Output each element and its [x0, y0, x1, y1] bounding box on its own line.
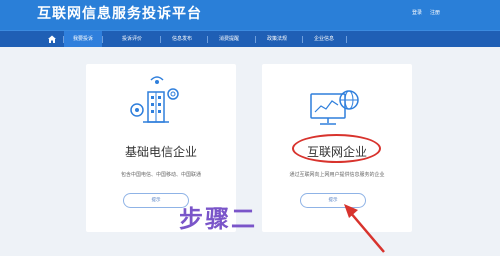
step-label: 步骤二 — [179, 205, 257, 233]
card-description: 通过互联网向上网用户提供信息服务的企业 — [289, 172, 385, 178]
login-link[interactable]: 登录 — [412, 9, 422, 17]
nav-item-evaluation[interactable]: 投诉评价 — [110, 31, 154, 47]
card-title: 基础电信企业 — [124, 145, 197, 159]
nav-item-reminder[interactable]: 消费提醒 — [207, 31, 251, 47]
nav-item-policy[interactable]: 政策法规 — [255, 31, 299, 47]
highlight-ellipse — [292, 134, 381, 163]
nav-item-info[interactable]: 信息发布 — [160, 31, 204, 47]
home-icon[interactable] — [47, 34, 57, 44]
red-arrow-icon — [344, 204, 385, 253]
top-header: 互联网信息服务投诉平台 登录 注册 — [0, 0, 500, 30]
nav-item-enterprise[interactable]: 企业信息 — [302, 31, 346, 47]
site-title: 互联网信息服务投诉平台 — [37, 6, 202, 22]
main-nav: 我要投诉 投诉评价 信息发布 消费提醒 政策法规 企业信息 — [0, 30, 500, 47]
nav-item-complaint[interactable]: 我要投诉 — [64, 31, 102, 47]
internet-monitor-icon — [310, 90, 359, 125]
card-description: 包含中国电信、中国移动、中国联通 — [120, 172, 201, 178]
register-link[interactable]: 注册 — [430, 9, 440, 17]
nav-separator — [346, 36, 347, 43]
nav-separator — [102, 36, 103, 43]
telecom-building-icon — [130, 76, 179, 123]
